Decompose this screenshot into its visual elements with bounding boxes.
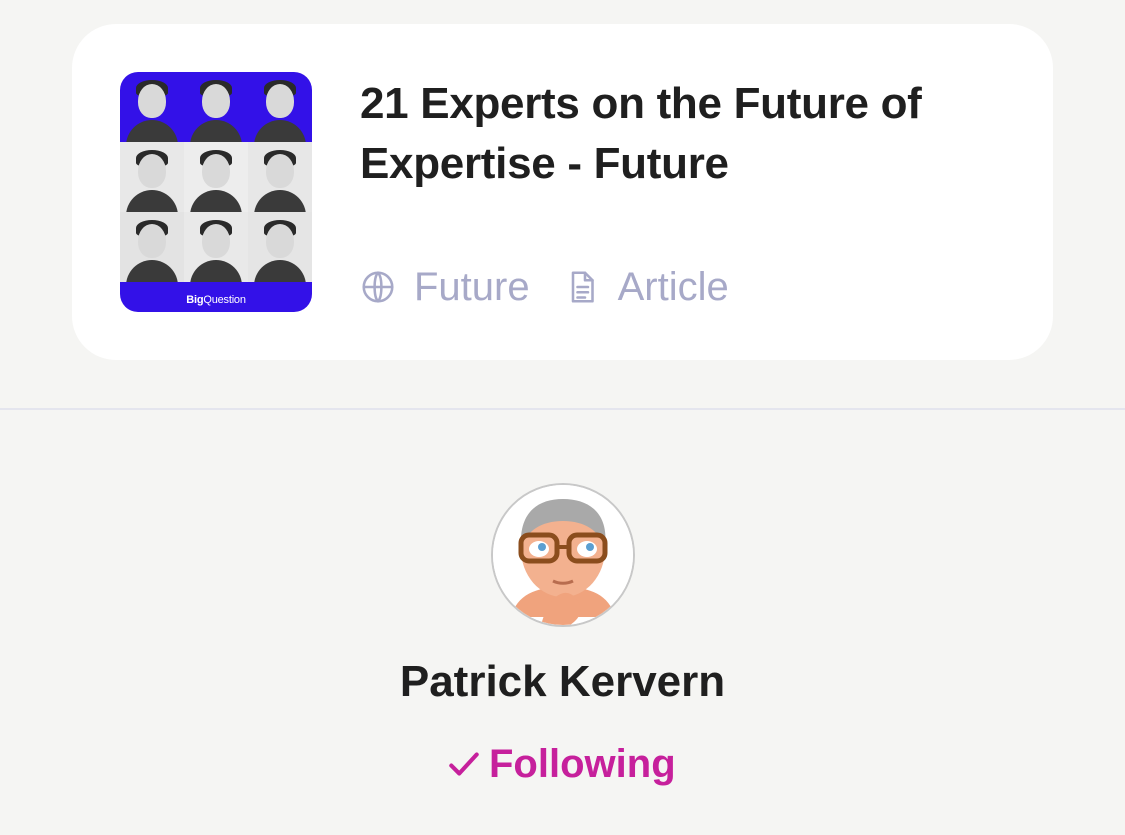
expert-photo — [120, 142, 184, 212]
post-title[interactable]: 21 Experts on the Future of Expertise - … — [360, 74, 1000, 194]
thumbnail-photo-grid — [120, 72, 312, 282]
post-source: Future — [360, 265, 530, 310]
expert-photo — [248, 142, 312, 212]
expert-photo — [120, 72, 184, 142]
post-type-label: Article — [617, 264, 729, 309]
avatar[interactable] — [491, 483, 635, 627]
check-icon — [449, 752, 479, 776]
expert-photo — [184, 72, 248, 142]
post-meta: Future Article — [360, 262, 729, 312]
post-type: Article — [564, 265, 729, 310]
section-divider — [0, 408, 1125, 410]
profile-name[interactable]: Patrick Kervern — [0, 654, 1125, 710]
post-thumbnail: BigQuestion — [120, 72, 312, 312]
post-card[interactable]: BigQuestion 21 Experts on the Future of … — [72, 24, 1053, 360]
following-label: Following — [489, 741, 676, 786]
thumbnail-brand: BigQuestion — [186, 294, 246, 306]
expert-photo — [248, 212, 312, 282]
following-button[interactable]: Following — [445, 738, 676, 790]
expert-photo — [184, 212, 248, 282]
globe-icon — [362, 271, 394, 303]
document-icon — [571, 271, 594, 303]
expert-photo — [120, 212, 184, 282]
post-source-label: Future — [414, 264, 530, 309]
bitmoji-avatar-image — [493, 485, 633, 625]
expert-photo — [184, 142, 248, 212]
expert-photo — [248, 72, 312, 142]
